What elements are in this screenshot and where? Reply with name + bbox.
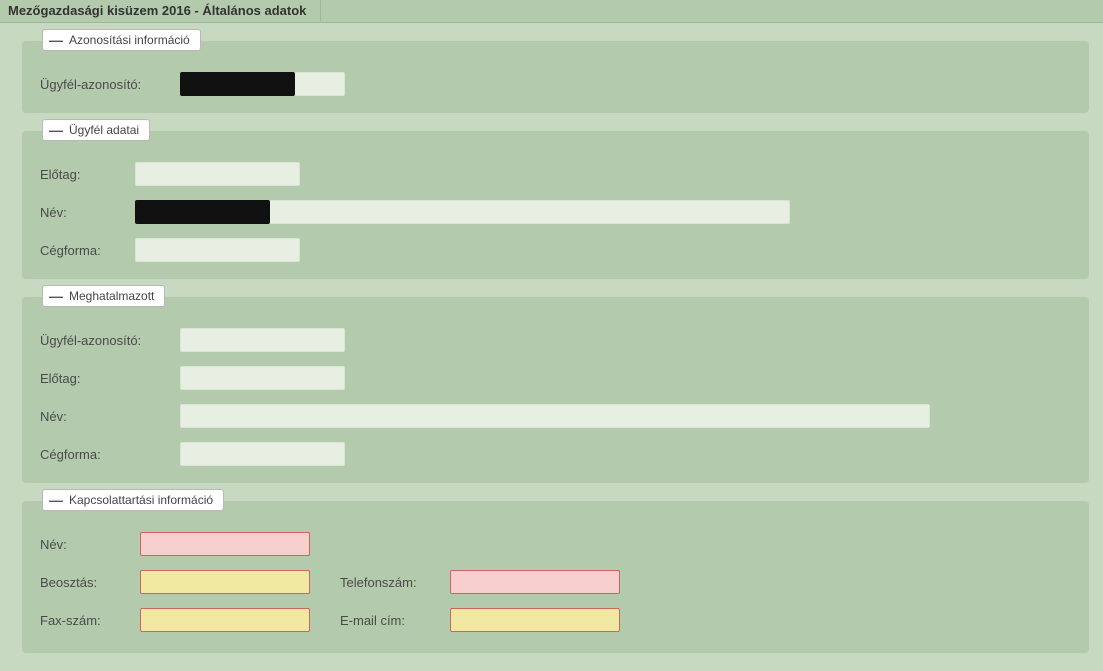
row-contact-name: Név: bbox=[36, 525, 1075, 563]
client-id-redacted-overlay bbox=[180, 72, 295, 96]
client-prefix-input[interactable] bbox=[135, 162, 300, 186]
row-contact-fax-email: Fax-szám: E-mail cím: bbox=[36, 601, 1075, 639]
row-contact-position-phone: Beosztás: Telefonszám: bbox=[36, 563, 1075, 601]
row-proxy-name: Név: bbox=[36, 397, 1075, 435]
section-client-legend[interactable]: — Ügyfél adatai bbox=[42, 119, 150, 141]
client-companyform-input[interactable] bbox=[135, 238, 300, 262]
contact-name-input[interactable] bbox=[140, 532, 310, 556]
row-proxy-client-id: Ügyfél-azonosító: bbox=[36, 321, 1075, 359]
label-proxy-companyform: Cégforma: bbox=[36, 447, 180, 462]
legend-text: Meghatalmazott bbox=[69, 288, 154, 304]
section-identification-legend[interactable]: — Azonosítási információ bbox=[42, 29, 201, 51]
legend-text: Kapcsolattartási információ bbox=[69, 492, 213, 508]
label-proxy-client-id: Ügyfél-azonosító: bbox=[36, 333, 180, 348]
tab-label: Mezőgazdasági kisüzem 2016 - Általános a… bbox=[8, 3, 306, 18]
collapse-icon: — bbox=[49, 288, 63, 304]
label-client-name: Név: bbox=[36, 205, 135, 220]
label-contact-name: Név: bbox=[36, 537, 140, 552]
contact-email-input[interactable] bbox=[450, 608, 620, 632]
tabbar: Mezőgazdasági kisüzem 2016 - Általános a… bbox=[0, 0, 1103, 23]
section-proxy: — Meghatalmazott Ügyfél-azonosító: Előta… bbox=[22, 297, 1089, 483]
label-proxy-name: Név: bbox=[36, 409, 180, 424]
section-proxy-legend[interactable]: — Meghatalmazott bbox=[42, 285, 165, 307]
proxy-prefix-input[interactable] bbox=[180, 366, 345, 390]
contact-position-input[interactable] bbox=[140, 570, 310, 594]
row-client-companyform: Cégforma: bbox=[36, 231, 1075, 269]
legend-text: Ügyfél adatai bbox=[69, 122, 139, 138]
collapse-icon: — bbox=[49, 492, 63, 508]
section-identification: — Azonosítási információ Ügyfél-azonosít… bbox=[22, 41, 1089, 113]
legend-text: Azonosítási információ bbox=[69, 32, 190, 48]
collapse-icon: — bbox=[49, 122, 63, 138]
section-client-data: — Ügyfél adatai Előtag: Név: Cégforma: bbox=[22, 131, 1089, 279]
label-contact-position: Beosztás: bbox=[36, 575, 140, 590]
row-client-id: Ügyfél-azonosító: bbox=[36, 65, 1075, 103]
label-contact-fax: Fax-szám: bbox=[36, 613, 140, 628]
label-client-companyform: Cégforma: bbox=[36, 243, 135, 258]
proxy-client-id-input[interactable] bbox=[180, 328, 345, 352]
proxy-name-input[interactable] bbox=[180, 404, 930, 428]
label-client-id: Ügyfél-azonosító: bbox=[36, 77, 180, 92]
label-contact-email: E-mail cím: bbox=[340, 613, 450, 628]
proxy-companyform-input[interactable] bbox=[180, 442, 345, 466]
section-contact-legend[interactable]: — Kapcsolattartási információ bbox=[42, 489, 224, 511]
row-client-prefix: Előtag: bbox=[36, 155, 1075, 193]
row-proxy-companyform: Cégforma: bbox=[36, 435, 1075, 473]
contact-phone-input[interactable] bbox=[450, 570, 620, 594]
row-proxy-prefix: Előtag: bbox=[36, 359, 1075, 397]
contact-fax-input[interactable] bbox=[140, 608, 310, 632]
tab-general-data[interactable]: Mezőgazdasági kisüzem 2016 - Általános a… bbox=[0, 0, 321, 21]
section-contact: — Kapcsolattartási információ Név: Beosz… bbox=[22, 501, 1089, 653]
label-contact-phone: Telefonszám: bbox=[340, 575, 450, 590]
sections-container: — Azonosítási információ Ügyfél-azonosít… bbox=[0, 23, 1103, 653]
label-client-prefix: Előtag: bbox=[36, 167, 135, 182]
collapse-icon: — bbox=[49, 32, 63, 48]
row-client-name: Név: bbox=[36, 193, 1075, 231]
page-root: Mezőgazdasági kisüzem 2016 - Általános a… bbox=[0, 0, 1103, 653]
label-proxy-prefix: Előtag: bbox=[36, 371, 180, 386]
client-name-redacted-overlay bbox=[135, 200, 270, 224]
